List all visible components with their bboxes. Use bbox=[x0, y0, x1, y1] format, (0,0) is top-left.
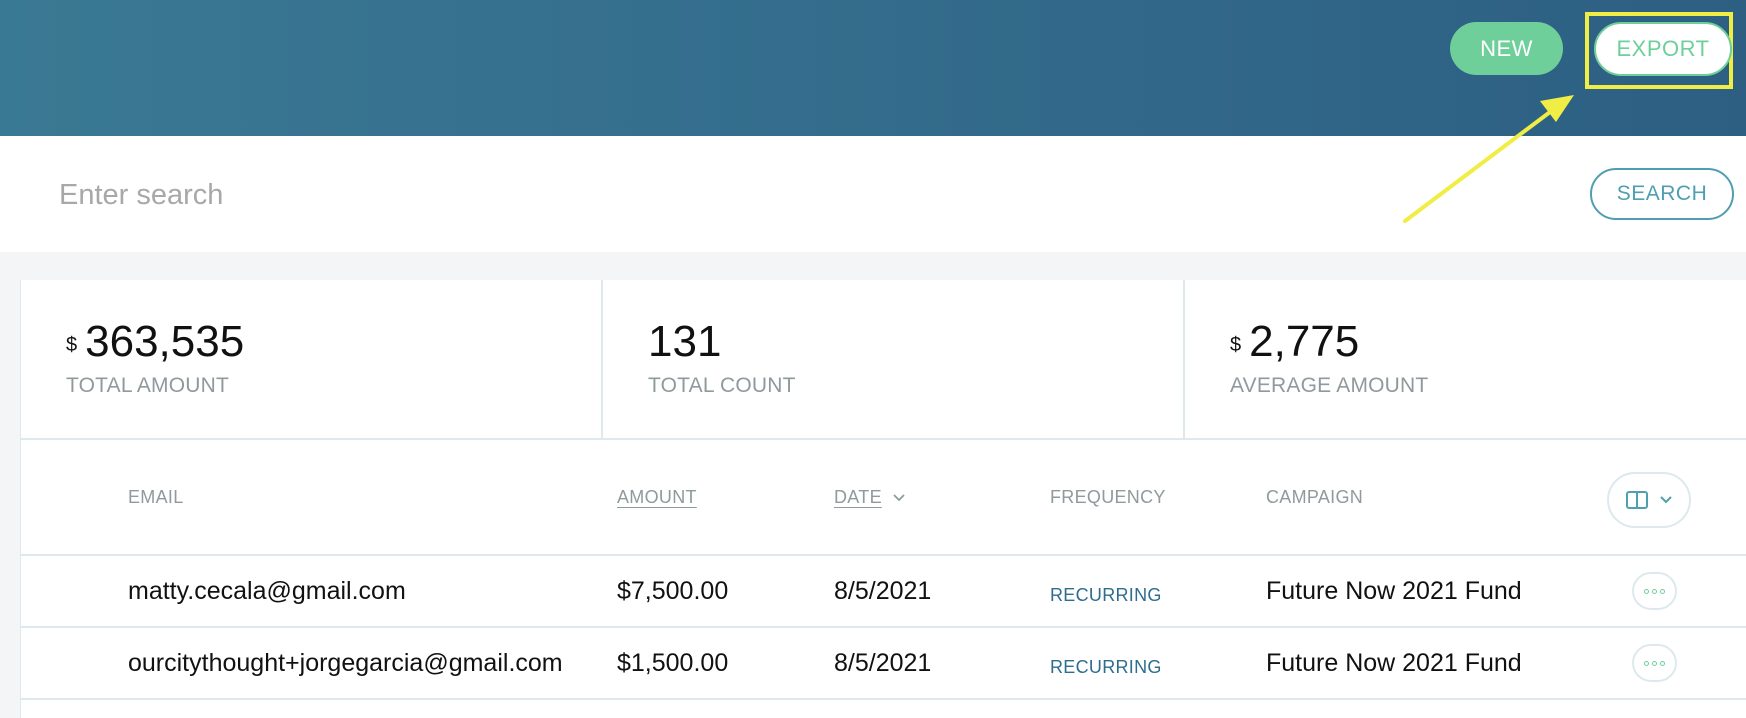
stat-total-amount: $ 363,535 TOTAL AMOUNT bbox=[21, 280, 601, 438]
new-button[interactable]: NEW bbox=[1450, 22, 1563, 75]
chevron-down-icon bbox=[1660, 496, 1672, 504]
top-header: NEW EXPORT bbox=[0, 0, 1746, 136]
search-input[interactable] bbox=[57, 166, 1361, 224]
cell-email: matty.cecala@gmail.com bbox=[128, 577, 406, 605]
chevron-down-icon bbox=[893, 494, 905, 502]
stat-label: TOTAL COUNT bbox=[648, 374, 796, 397]
column-header-frequency: FREQUENCY bbox=[1050, 487, 1166, 507]
more-horizontal-icon bbox=[1644, 588, 1649, 594]
stat-average-amount: $ 2,775 AVERAGE AMOUNT bbox=[1183, 280, 1746, 438]
column-header-date[interactable]: DATE bbox=[834, 487, 882, 507]
more-horizontal-icon bbox=[1660, 660, 1665, 666]
currency-symbol: $ bbox=[1230, 334, 1242, 356]
donations-panel: $ 363,535 TOTAL AMOUNT 131 TOTAL COUNT $… bbox=[21, 280, 1746, 718]
columns-icon bbox=[1626, 491, 1648, 509]
cell-date: 8/5/2021 bbox=[834, 649, 932, 677]
row-actions-button[interactable] bbox=[1632, 644, 1677, 682]
cell-frequency: RECURRING bbox=[1050, 585, 1162, 605]
cell-email: ourcitythought+jorgegarcia@gmail.com bbox=[128, 649, 563, 677]
column-header-date-wrap[interactable]: DATE bbox=[834, 487, 905, 508]
stat-total-count: 131 TOTAL COUNT bbox=[601, 280, 1185, 438]
export-button[interactable]: EXPORT bbox=[1594, 22, 1732, 76]
stat-value-row: $ 2,775 bbox=[1230, 320, 1359, 364]
table-row[interactable]: matty.cecala@gmail.com $7,500.00 8/5/202… bbox=[21, 556, 1746, 628]
cell-frequency: RECURRING bbox=[1050, 657, 1162, 677]
more-horizontal-icon bbox=[1652, 660, 1657, 666]
column-picker-button[interactable] bbox=[1607, 472, 1691, 528]
row-actions-button[interactable] bbox=[1632, 572, 1677, 610]
column-header-email: EMAIL bbox=[128, 487, 184, 507]
stat-value: 131 bbox=[648, 317, 722, 366]
stat-label: TOTAL AMOUNT bbox=[66, 374, 230, 397]
stat-value: 2,775 bbox=[1249, 317, 1360, 366]
stat-value: 363,535 bbox=[85, 317, 245, 366]
stat-value-row: 131 bbox=[648, 320, 721, 364]
more-horizontal-icon bbox=[1652, 588, 1657, 594]
more-horizontal-icon bbox=[1660, 588, 1665, 594]
currency-symbol: $ bbox=[66, 334, 78, 356]
more-horizontal-icon bbox=[1644, 660, 1649, 666]
cell-campaign: Future Now 2021 Fund bbox=[1266, 577, 1522, 605]
stat-label: AVERAGE AMOUNT bbox=[1230, 374, 1429, 397]
stats-row: $ 363,535 TOTAL AMOUNT 131 TOTAL COUNT $… bbox=[21, 280, 1746, 440]
stat-value-row: $ 363,535 bbox=[66, 320, 244, 364]
column-header-campaign: CAMPAIGN bbox=[1266, 487, 1364, 507]
column-header-amount[interactable]: AMOUNT bbox=[617, 487, 697, 508]
table-header: EMAIL AMOUNT DATE FREQUENCY CAMPAIGN bbox=[21, 440, 1746, 556]
cell-campaign: Future Now 2021 Fund bbox=[1266, 649, 1522, 677]
cell-amount: $7,500.00 bbox=[617, 577, 729, 605]
search-bar: SEARCH bbox=[0, 136, 1746, 252]
search-button[interactable]: SEARCH bbox=[1590, 168, 1734, 220]
cell-amount: $1,500.00 bbox=[617, 649, 729, 677]
cell-date: 8/5/2021 bbox=[834, 577, 932, 605]
table-row[interactable]: ourcitythought+jorgegarcia@gmail.com $1,… bbox=[21, 628, 1746, 700]
